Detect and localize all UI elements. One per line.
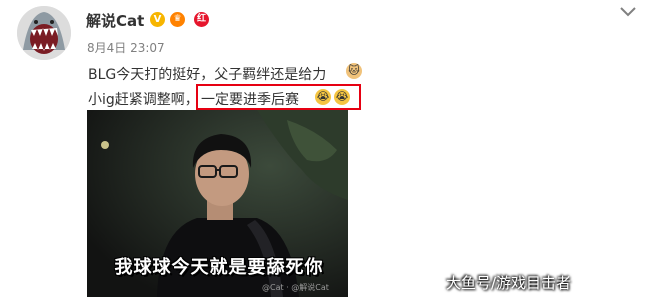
crying-face-emoji-icon: 😭 — [334, 89, 350, 105]
post-text-line1: BLG今天打的挺好，父子羁绊还是给力 — [88, 64, 326, 84]
post-text-line2-prefix: 小ig赶紧调整啊， — [88, 92, 199, 108]
verified-v-icon: V — [150, 12, 165, 27]
post-text-highlight: 一定要进季后赛 — [201, 92, 299, 108]
post-image[interactable]: 我球球今天就是要舔死你 @Cat · @解说Cat — [87, 110, 348, 297]
image-caption: 我球球今天就是要舔死你 — [114, 257, 324, 278]
username[interactable]: 解说Cat — [86, 10, 144, 31]
shark-avatar-icon — [17, 6, 71, 60]
site-watermark: 大鱼号/游戏目击者 — [446, 274, 572, 292]
crying-face-emoji-icon: 😭 — [315, 89, 331, 105]
chevron-down-icon[interactable] — [619, 4, 637, 18]
red-badge-icon: 红 — [194, 12, 209, 27]
crown-badge-icon: ♛ — [170, 12, 185, 27]
post-timestamp[interactable]: 8月4日 23:07 — [87, 39, 165, 56]
avatar[interactable] — [17, 6, 71, 60]
image-inner-watermark: @Cat · @解说Cat — [262, 283, 329, 292]
cat-face-emoji-icon: 🐱 — [346, 63, 362, 79]
post-text-line1-content: BLG今天打的挺好，父子羁绊还是给力 — [88, 67, 327, 83]
